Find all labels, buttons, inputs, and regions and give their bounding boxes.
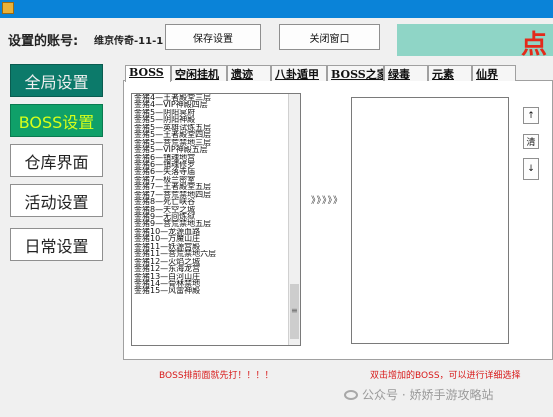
list-item[interactable]: 金猪10—万魔山庄 <box>134 235 286 242</box>
tab-relics[interactable]: 遗迹 <box>227 65 271 81</box>
boss-listbox[interactable]: 金猪4—王者殿堂三层 金猪4—VIP神殿四层 金猪5—阴阳冥府 金猪5—阴阳神殿 金猪5… <box>131 93 301 346</box>
list-item[interactable]: 金猪9—菩荒禁地五层 <box>134 220 286 227</box>
list-item[interactable]: 金猪5—VIP神殿五层 <box>134 146 286 153</box>
nav-global-settings[interactable]: 全局设置 <box>10 64 103 97</box>
list-item[interactable]: 金猪7—菩荒禁地四层 <box>134 191 286 198</box>
move-up-button[interactable]: ↑ <box>523 107 539 124</box>
tab-idle[interactable]: 空闲挂机 <box>171 65 227 81</box>
clear-label: 清 <box>526 138 536 148</box>
list-item[interactable]: 金猪11—妖源宫殿 <box>134 243 286 250</box>
nav-daily-settings[interactable]: 日常设置 <box>10 228 103 261</box>
double-click-hint: 双击增加的BOSS，可以进行详细选择 <box>370 371 521 381</box>
list-item[interactable]: 金猪15—风雷神殿 <box>134 287 286 294</box>
list-item[interactable]: 金猪5—阴阳冥府 <box>134 109 286 116</box>
close-window-button[interactable]: 关闭窗口 <box>279 24 380 50</box>
list-item[interactable]: 金猪5—王者殿堂四层 <box>134 131 286 138</box>
tab-strip: BOSS 空闲挂机 遗迹 八卦遁甲 BOSS之家 绿毒 元素 仙界 <box>125 65 516 82</box>
tab-green-poison[interactable]: 绿毒 <box>384 65 428 81</box>
tab-bagua[interactable]: 八卦遁甲 <box>271 65 327 81</box>
list-item[interactable]: 金猪6—镇魂地宫 <box>134 154 286 161</box>
watermark-text: 公众号 · 娇娇手游攻略站 <box>362 388 494 402</box>
nav-boss-settings[interactable]: BOSS设置 <box>10 104 103 137</box>
scrollbar-grip-icon: ≡ <box>291 306 298 315</box>
scrollbar-thumb[interactable]: ≡ <box>290 284 299 339</box>
list-item[interactable]: 金猪12—火焰之城 <box>134 258 286 265</box>
nav-warehouse[interactable]: 仓库界面 <box>10 144 103 177</box>
account-value: 维京传奇-11-1 <box>94 36 164 47</box>
list-item[interactable]: 金猪5—英雄试炼五层 <box>134 124 286 131</box>
list-item[interactable]: 金猪7—王者殿堂五层 <box>134 183 286 190</box>
list-item[interactable]: 金猪6—失落寺庙 <box>134 168 286 175</box>
status-char: 点 <box>520 30 547 60</box>
save-settings-button[interactable]: 保存设置 <box>165 24 261 50</box>
tab-elements[interactable]: 元素 <box>428 65 472 81</box>
app-icon <box>2 2 14 14</box>
clear-button[interactable]: 清 <box>523 134 539 149</box>
list-item[interactable]: 金猪8—天空之城 <box>134 206 286 213</box>
boss-list: 金猪4—王者殿堂三层 金猪4—VIP神殿四层 金猪5—阴阳冥府 金猪5—阴阳神殿 金猪5… <box>134 94 286 295</box>
arrow-up-icon: ↑ <box>527 110 535 121</box>
list-item[interactable]: 金猪10—龙源血路 <box>134 228 286 235</box>
list-item[interactable]: 金猪11—菩荒禁地六层 <box>134 250 286 257</box>
list-item[interactable]: 金猪13—白河山庄 <box>134 273 286 280</box>
transfer-arrows[interactable]: 》》》》》 <box>311 193 343 206</box>
list-item[interactable]: 金猪5—菩荒禁地三层 <box>134 139 286 146</box>
tab-boss[interactable]: BOSS <box>125 65 171 82</box>
selected-boss-listbox[interactable] <box>351 97 509 344</box>
tab-boss-home[interactable]: BOSS之家 <box>327 65 384 81</box>
nav-activity-settings[interactable]: 活动设置 <box>10 184 103 217</box>
list-item[interactable]: 金猪12—东海龙宫 <box>134 265 286 272</box>
arrow-down-icon: ↓ <box>527 164 535 174</box>
list-item[interactable]: 金猪4—VIP神殿四层 <box>134 101 286 108</box>
status-panel: 点 <box>397 24 553 60</box>
list-item[interactable]: 金猪4—王者殿堂三层 <box>134 94 286 101</box>
wechat-icon <box>344 389 358 400</box>
watermark: 公众号 · 娇娇手游攻略站 <box>344 386 493 403</box>
list-item[interactable]: 金猪9—无间炼狱 <box>134 213 286 220</box>
list-item[interactable]: 金猪5—阴阳神殿 <box>134 116 286 123</box>
priority-hint: BOSS排前面就先打！！！！ <box>159 371 274 381</box>
tab-fairyland[interactable]: 仙界 <box>472 65 516 81</box>
list-item[interactable]: 金猪7—极兰密室 <box>134 176 286 183</box>
title-bar <box>0 0 553 18</box>
list-scrollbar[interactable]: ≡ <box>288 94 300 345</box>
list-item[interactable]: 金猪8—死亡峡谷 <box>134 198 286 205</box>
account-label: 设置的账号: <box>8 34 79 49</box>
list-item[interactable]: 金猪14—骨林禁地 <box>134 280 286 287</box>
move-down-button[interactable]: ↓ <box>523 158 539 180</box>
list-item[interactable]: 金猪6—镇魂修罗 <box>134 161 286 168</box>
